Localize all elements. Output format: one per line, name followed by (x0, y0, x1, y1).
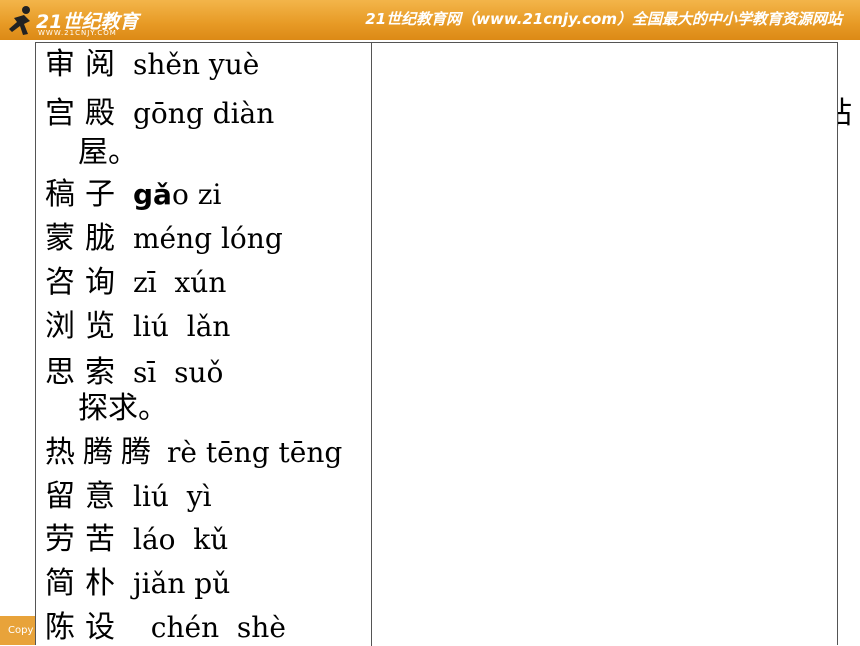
vocab-row: 思索 sī suǒ (45, 355, 223, 391)
vocab-continuation: 屋。 (78, 135, 138, 170)
vocab-row: 稿子 gǎo zi (45, 177, 221, 213)
vocab-row: 简朴 jiǎn pǔ (45, 566, 230, 602)
vocab-chars: 留意 (45, 479, 125, 514)
vocab-row: 陈设 chén shè (45, 610, 286, 646)
vocab-chars: 陈设 (45, 610, 125, 645)
vocab-row: 审阅 shěn yuè (45, 47, 259, 83)
site-logo[interactable]: 21世纪教育 WWW.21CNJY.COM (6, 4, 141, 38)
vocab-pinyin: gǎo zi (133, 178, 222, 211)
vocab-table: 审阅 shěn yuè 宫殿 gōng diàn 屋。 稿子 gǎo zi 蒙胧 mén… (35, 42, 838, 646)
vocab-chars: 稿子 (45, 177, 125, 212)
vocab-row: 劳苦 láo kǔ (45, 522, 228, 558)
empty-answer-column (372, 43, 837, 646)
logo-subtext: WWW.21CNJY.COM (38, 29, 117, 37)
vocab-pinyin: chén shè (133, 611, 286, 644)
vocab-chars: 蒙胧 (45, 221, 125, 256)
vocab-row: 蒙胧 méng lóng (45, 221, 283, 257)
vocab-chars: 浏览 (45, 309, 125, 344)
vocab-pinyin: liú lǎn (133, 310, 231, 343)
vocab-chars: 劳苦 (45, 522, 125, 557)
vocab-chars: 热腾腾 (45, 435, 159, 470)
vocab-row: 浏览 liú lǎn (45, 309, 230, 345)
runner-logo-icon (9, 6, 30, 35)
vocab-row: 热腾腾 rè tēng tēng (45, 435, 342, 471)
vocab-pinyin: gōng diàn (133, 97, 275, 130)
vocab-pinyin: láo kǔ (133, 523, 229, 556)
vocab-chars: 简朴 (45, 566, 125, 601)
vocab-pinyin: liú yì (133, 480, 212, 513)
vocab-row: 留意 liú yì (45, 479, 212, 515)
vocab-pinyin: zī xún (133, 266, 227, 299)
vocab-pinyin: sī suǒ (133, 356, 224, 389)
vocab-continuation: 探求。 (78, 391, 168, 426)
vocab-pinyin: shěn yuè (133, 48, 260, 81)
vocab-chars: 思索 (45, 355, 125, 390)
vocab-chars: 审阅 (45, 47, 125, 82)
header-bar: 21世纪教育 WWW.21CNJY.COM 21世纪教育网（www.21cnjy… (0, 0, 860, 40)
site-slogan: 21世纪教育网（www.21cnjy.com）全国最大的中小学教育资源网站 (365, 10, 842, 28)
vocab-chars: 宫殿 (45, 96, 125, 131)
vocab-column: 审阅 shěn yuè 宫殿 gōng diàn 屋。 稿子 gǎo zi 蒙胧 mén… (36, 43, 372, 646)
vocab-pinyin: méng lóng (133, 222, 283, 255)
vocab-chars: 咨询 (45, 265, 125, 300)
copyright-text: Copy (8, 625, 34, 636)
vocab-pinyin-bold: gǎ (133, 178, 172, 211)
vocab-pinyin: jiǎn pǔ (133, 567, 231, 600)
vocab-row: 咨询 zī xún (45, 265, 226, 301)
vocab-pinyin: rè tēng tēng (167, 436, 343, 469)
vocab-row: 宫殿 gōng diàn (45, 96, 274, 132)
